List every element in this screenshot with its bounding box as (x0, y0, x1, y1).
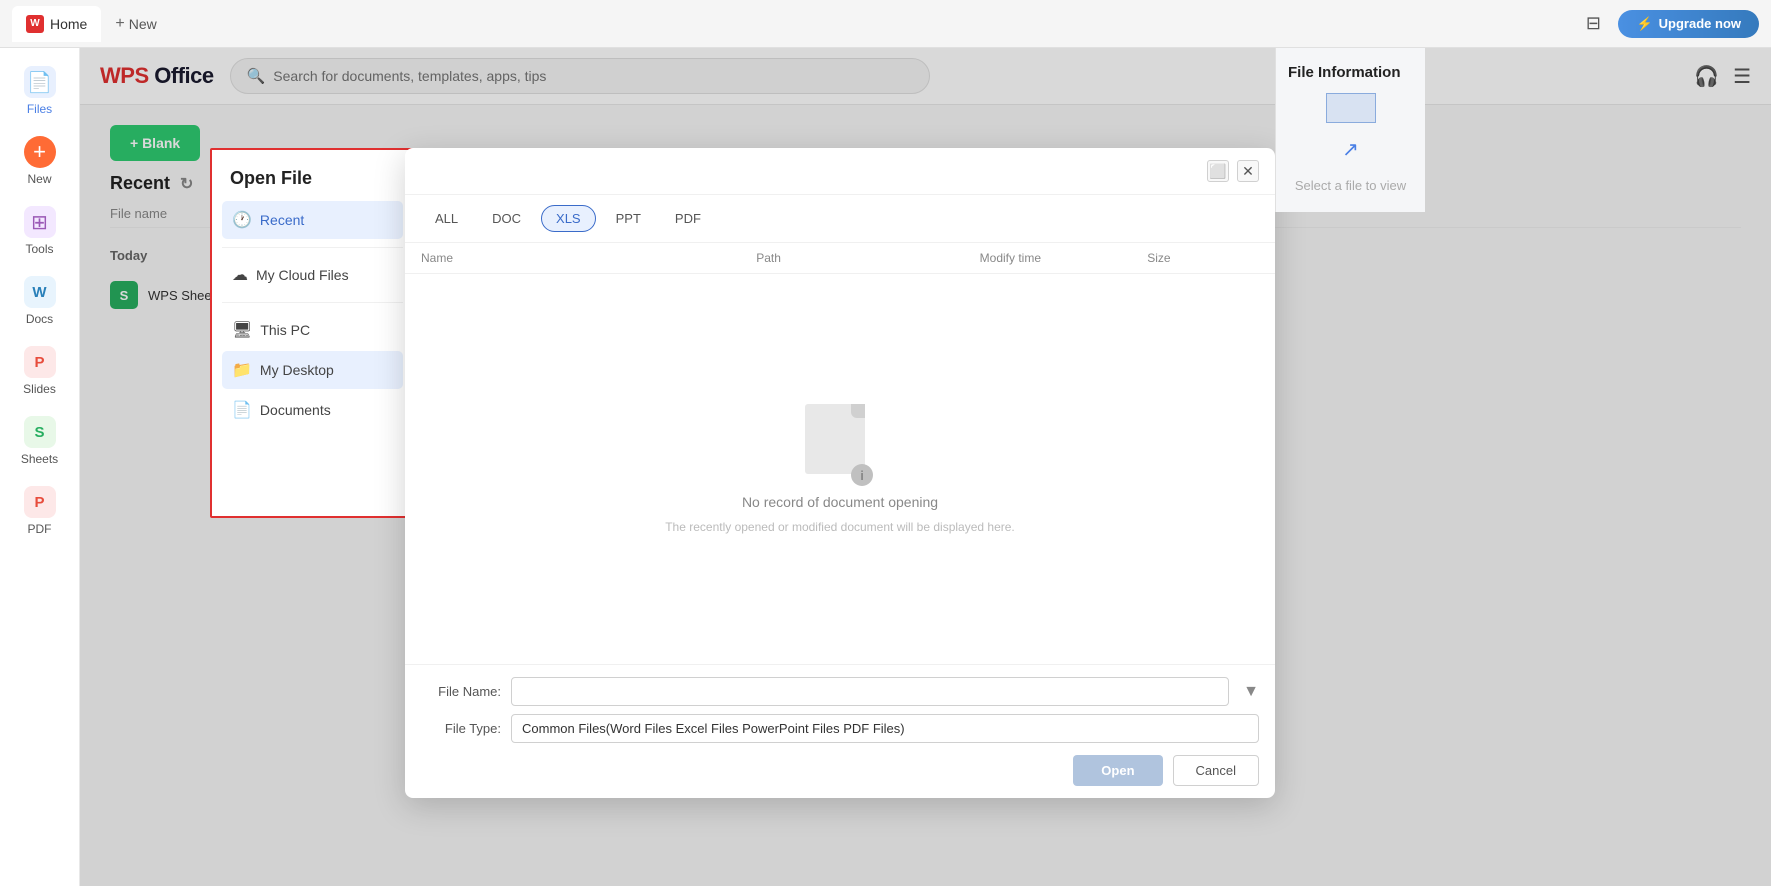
dialog-backdrop: Open File 🕐 Recent ☁ My Cloud Files 🖥 Th… (80, 48, 1771, 886)
file-name-dropdown-arrow[interactable]: ▼ (1243, 683, 1259, 701)
divider2 (222, 302, 403, 303)
cancel-button[interactable]: Cancel (1173, 755, 1259, 786)
dialog-footer: File Name: ▼ File Type: Common Files(Wor… (405, 664, 1275, 798)
sidebar-item-docs[interactable]: W Docs (5, 268, 75, 334)
file-type-row: File Type: Common Files(Word Files Excel… (421, 714, 1259, 743)
sidebar-tools-label: Tools (25, 242, 53, 256)
files-icon: 📄 (24, 66, 56, 98)
nav-recent[interactable]: 🕐 Recent (222, 201, 403, 239)
home-tab[interactable]: W Home (12, 6, 101, 42)
upgrade-label: Upgrade now (1659, 16, 1741, 31)
plus-icon: + (115, 15, 124, 33)
footer-actions: Open Cancel (421, 751, 1259, 786)
nav-desktop[interactable]: 📁 My Desktop (222, 351, 403, 389)
file-list-area: Name Path Modify time Size i No record o… (405, 243, 1275, 664)
titlebar: W Home + New ⊟ Upgrade now (0, 0, 1771, 48)
new-tab-label: New (129, 16, 157, 32)
file-type-label: File Type: (421, 721, 501, 736)
sidebar-item-pdf[interactable]: P PDF (5, 478, 75, 544)
pdf-icon: P (24, 486, 56, 518)
file-info-panel: File Information ↗ Select a file to view (1275, 48, 1425, 212)
empty-doc-info-dot: i (851, 464, 873, 486)
empty-doc-body: i (805, 404, 865, 474)
empty-doc-icon: i (805, 404, 875, 484)
empty-doc-fold (851, 404, 865, 418)
nav-desktop-label: My Desktop (260, 362, 334, 378)
sidebar-sheets-label: Sheets (21, 452, 58, 466)
sidebar: 📄 Files + New ⊞ Tools W Docs P Slides S … (0, 48, 80, 886)
file-name-row: File Name: ▼ (421, 677, 1259, 706)
open-file-panel: Open File 🕐 Recent ☁ My Cloud Files 🖥 Th… (210, 148, 415, 518)
dialog-controls: ⬜ ✕ (1207, 160, 1259, 182)
sidebar-new-label: New (27, 172, 51, 186)
file-type-tabs: ALL DOC XLS PPT PDF (405, 195, 1275, 243)
selection-indicator (1326, 93, 1376, 123)
file-list-header: Name Path Modify time Size (405, 243, 1275, 274)
tab-xls[interactable]: XLS (541, 205, 596, 232)
file-info-empty: ↗ Select a file to view (1288, 93, 1413, 196)
divider (222, 247, 403, 248)
dialog-header: ⬜ ✕ (405, 148, 1275, 195)
nav-recent-label: Recent (260, 212, 304, 228)
dialog-maximize-button[interactable]: ⬜ (1207, 160, 1229, 182)
nav-this-pc[interactable]: 🖥 This PC (222, 311, 403, 349)
nav-documents[interactable]: 📄 Documents (222, 391, 403, 429)
slides-icon: P (24, 346, 56, 378)
recent-nav-icon: 🕐 (232, 210, 252, 230)
sidebar-item-files[interactable]: 📄 Files (5, 58, 75, 124)
tab-all[interactable]: ALL (421, 206, 472, 231)
pc-nav-icon: 🖥 (232, 320, 252, 340)
desktop-nav-icon: 📁 (232, 360, 252, 380)
sheets-icon: S (24, 416, 56, 448)
open-button[interactable]: Open (1073, 755, 1162, 786)
file-list-empty: i No record of document opening The rece… (405, 274, 1275, 664)
open-file-dialog: ⬜ ✕ ALL DOC XLS PPT PDF Name Path (405, 148, 1275, 798)
documents-nav-icon: 📄 (232, 400, 252, 420)
sidebar-toggle-button[interactable]: ⊟ (1578, 9, 1608, 39)
col-path: Path (756, 251, 979, 265)
empty-text-main: No record of document opening (742, 494, 938, 510)
tab-ppt[interactable]: PPT (602, 206, 655, 231)
sidebar-pdf-label: PDF (28, 522, 52, 536)
main-layout: 📄 Files + New ⊞ Tools W Docs P Slides S … (0, 48, 1771, 886)
dialog-close-button[interactable]: ✕ (1237, 160, 1259, 182)
home-tab-label: Home (50, 16, 87, 32)
file-name-input[interactable] (511, 677, 1229, 706)
cursor-arrow-icon: ↗ (1342, 137, 1359, 162)
sidebar-item-new[interactable]: + New (5, 128, 75, 194)
empty-text-sub: The recently opened or modified document… (665, 520, 1015, 534)
nav-thispc-label: This PC (260, 322, 310, 338)
tab-pdf[interactable]: PDF (661, 206, 715, 231)
new-tab[interactable]: + New (101, 9, 170, 39)
wps-logo-small: W (26, 15, 44, 33)
sidebar-docs-label: Docs (26, 312, 53, 326)
sidebar-slides-label: Slides (23, 382, 56, 396)
file-name-label: File Name: (421, 684, 501, 699)
col-name: Name (421, 251, 756, 265)
nav-documents-label: Documents (260, 402, 331, 418)
docs-icon: W (24, 276, 56, 308)
upgrade-button[interactable]: Upgrade now (1618, 10, 1759, 38)
open-file-panel-title: Open File (222, 168, 403, 199)
sidebar-item-sheets[interactable]: S Sheets (5, 408, 75, 474)
new-icon: + (24, 136, 56, 168)
col-size: Size (1147, 251, 1259, 265)
file-type-select[interactable]: Common Files(Word Files Excel Files Powe… (511, 714, 1259, 743)
sidebar-files-label: Files (27, 102, 52, 116)
nav-cloud[interactable]: ☁ My Cloud Files (222, 256, 403, 294)
col-modify-time: Modify time (980, 251, 1148, 265)
select-file-text: Select a file to view (1295, 176, 1406, 196)
sidebar-item-slides[interactable]: P Slides (5, 338, 75, 404)
titlebar-right: ⊟ Upgrade now (1578, 9, 1759, 39)
file-info-title: File Information (1288, 64, 1401, 81)
tools-icon: ⊞ (24, 206, 56, 238)
content-area: WPS Office 🔍 🎧 ☰ + Blank Recent ↻ File n… (80, 48, 1771, 886)
tab-doc[interactable]: DOC (478, 206, 535, 231)
nav-cloud-label: My Cloud Files (256, 267, 349, 283)
cloud-nav-icon: ☁ (232, 265, 248, 285)
sidebar-item-tools[interactable]: ⊞ Tools (5, 198, 75, 264)
